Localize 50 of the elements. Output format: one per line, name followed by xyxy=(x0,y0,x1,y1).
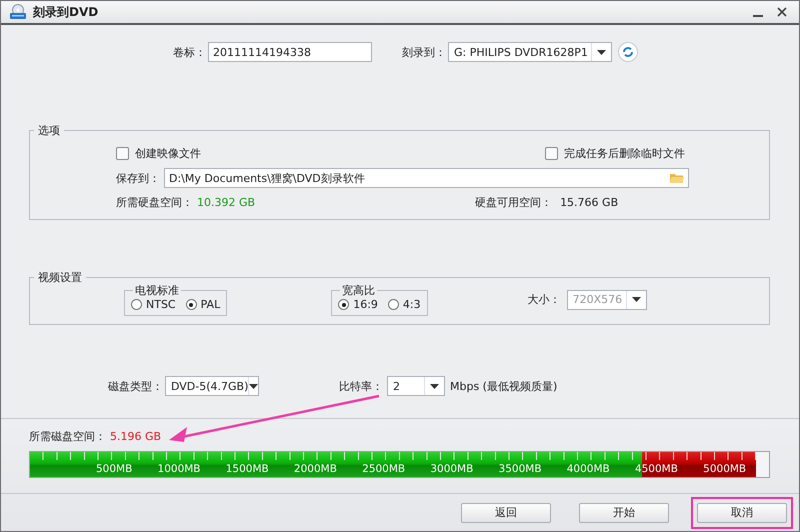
field-label: 卷标： xyxy=(173,44,206,60)
required-disc-space-value: 5.196 GB xyxy=(110,430,162,442)
field-label: 比特率： xyxy=(339,378,383,394)
scale-label: 1000MB xyxy=(158,463,200,475)
field-label: 所需硬盘空间： xyxy=(116,194,193,210)
save-path-field[interactable]: D:\My Documents\狸窝\DVD刻录软件 xyxy=(164,168,689,188)
dialog-button[interactable]: 取消 xyxy=(697,502,787,522)
caret-icon xyxy=(249,384,258,388)
checkbox[interactable]: 完成任务后删除临时文件 xyxy=(545,146,685,160)
radio-button[interactable]: NTSC xyxy=(131,298,176,311)
caret-icon xyxy=(632,297,641,302)
scale-label: 3000MB xyxy=(430,463,474,475)
group-title: 电视标准 xyxy=(134,283,180,298)
scale-label: 3500MB xyxy=(498,463,542,475)
field-label: 刻录到： xyxy=(402,44,446,60)
dialog-button[interactable]: 开始 xyxy=(579,502,669,522)
refresh-icon xyxy=(622,46,634,58)
group-title: 宽高比 xyxy=(341,283,376,298)
bitrate-dropdown[interactable]: 2 xyxy=(387,376,445,396)
drive-dropdown[interactable]: G: PHILIPS DVDR1628P1 xyxy=(448,42,612,62)
available-space-value: 15.766 GB xyxy=(560,196,618,208)
scale-label: 2000MB xyxy=(294,463,337,475)
refresh-button[interactable] xyxy=(618,42,638,62)
field-label: 磁盘类型： xyxy=(108,378,163,394)
minimize-icon xyxy=(753,15,763,17)
scale-label: 500MB xyxy=(96,463,132,475)
caret-icon xyxy=(430,384,439,388)
required-space-value: 10.392 GB xyxy=(197,196,256,208)
group-title: 选项 xyxy=(37,123,61,138)
dialog-button[interactable]: 返回 xyxy=(461,502,551,522)
field-label: 大小： xyxy=(528,292,561,307)
radio-button[interactable]: 4:3 xyxy=(388,298,421,311)
volume-label-field[interactable]: 20111114194338 xyxy=(208,42,372,62)
field-label: 硬盘可用空间： xyxy=(475,194,552,210)
radio-button[interactable]: 16:9 xyxy=(338,298,378,311)
scale-label: 5000MB xyxy=(703,463,746,475)
window-title: 刻录到DVD xyxy=(33,4,100,20)
radio-button[interactable]: PAL xyxy=(186,298,220,311)
disc-type-dropdown[interactable]: DVD-5(4.7GB) xyxy=(165,376,259,396)
scale-label: 4000MB xyxy=(566,463,610,475)
group-title: 视频设置 xyxy=(37,270,83,285)
scale-label: 2500MB xyxy=(362,463,406,475)
caret-icon xyxy=(597,50,606,54)
checkbox[interactable]: 创建映像文件 xyxy=(116,146,201,160)
field-label: 所需磁盘空间： xyxy=(29,428,106,444)
scale-label: 1500MB xyxy=(226,463,269,475)
bitrate-unit: Mbps (最低视频质量) xyxy=(450,378,558,394)
disc-drive-icon xyxy=(9,4,27,20)
field-label: 保存到： xyxy=(116,170,160,186)
close-icon xyxy=(777,7,787,17)
